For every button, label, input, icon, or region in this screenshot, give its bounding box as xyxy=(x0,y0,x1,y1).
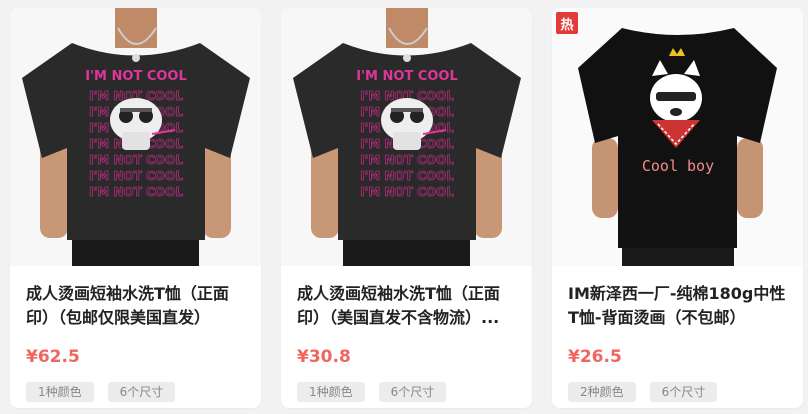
product-image[interactable]: I'M NOT COOL I'M NOT COOL I'M NOT COOL I… xyxy=(10,8,261,266)
product-tags: 1种颜色 6个尺寸 xyxy=(297,382,447,402)
print-repeat: I'M NOT COOL xyxy=(360,185,454,199)
product-price: ¥30.8 xyxy=(297,347,351,367)
product-card[interactable]: Cool boy 热 IM新泽西一厂-纯棉180g中性T恤-背面烫画（不包邮） … xyxy=(552,8,803,408)
product-card[interactable]: I'M NOT COOL I'M NOT COOL I'M NOT COOL I… xyxy=(281,8,532,408)
product-title[interactable]: IM新泽西一厂-纯棉180g中性T恤-背面烫画（不包邮） xyxy=(568,282,790,330)
print-heading: I'M NOT COOL xyxy=(356,69,458,84)
product-title[interactable]: 成人烫画短袖水洗T恤（正面印）（美国直发不含物流）... xyxy=(297,282,519,330)
print-repeat: I'M NOT COOL xyxy=(360,169,454,183)
print-repeat: I'M NOT COOL xyxy=(89,169,183,183)
print-repeat: I'M NOT COOL xyxy=(89,153,183,167)
print-text: Cool boy xyxy=(642,157,714,175)
product-image[interactable]: I'M NOT COOL I'M NOT COOL I'M NOT COOL I… xyxy=(281,8,532,266)
product-price: ¥62.5 xyxy=(26,347,80,367)
product-tags: 1种颜色 6个尺寸 xyxy=(26,382,176,402)
product-price: ¥26.5 xyxy=(568,347,622,367)
print-repeat: I'M NOT COOL xyxy=(89,185,183,199)
print-repeat: I'M NOT COOL xyxy=(360,153,454,167)
color-count-tag: 1种颜色 xyxy=(26,382,94,402)
size-count-tag: 6个尺寸 xyxy=(378,382,447,402)
product-title[interactable]: 成人烫画短袖水洗T恤（正面印）（包邮仅限美国直发） xyxy=(26,282,248,330)
hot-badge: 热 xyxy=(556,12,578,34)
size-count-tag: 6个尺寸 xyxy=(649,382,718,402)
product-image[interactable]: Cool boy 热 xyxy=(552,8,803,266)
color-count-tag: 2种颜色 xyxy=(568,382,636,402)
color-count-tag: 1种颜色 xyxy=(297,382,365,402)
product-tags: 2种颜色 6个尺寸 xyxy=(568,382,718,402)
size-count-tag: 6个尺寸 xyxy=(107,382,176,402)
product-card[interactable]: I'M NOT COOL I'M NOT COOL I'M NOT COOL I… xyxy=(10,8,261,408)
print-heading: I'M NOT COOL xyxy=(85,69,187,84)
